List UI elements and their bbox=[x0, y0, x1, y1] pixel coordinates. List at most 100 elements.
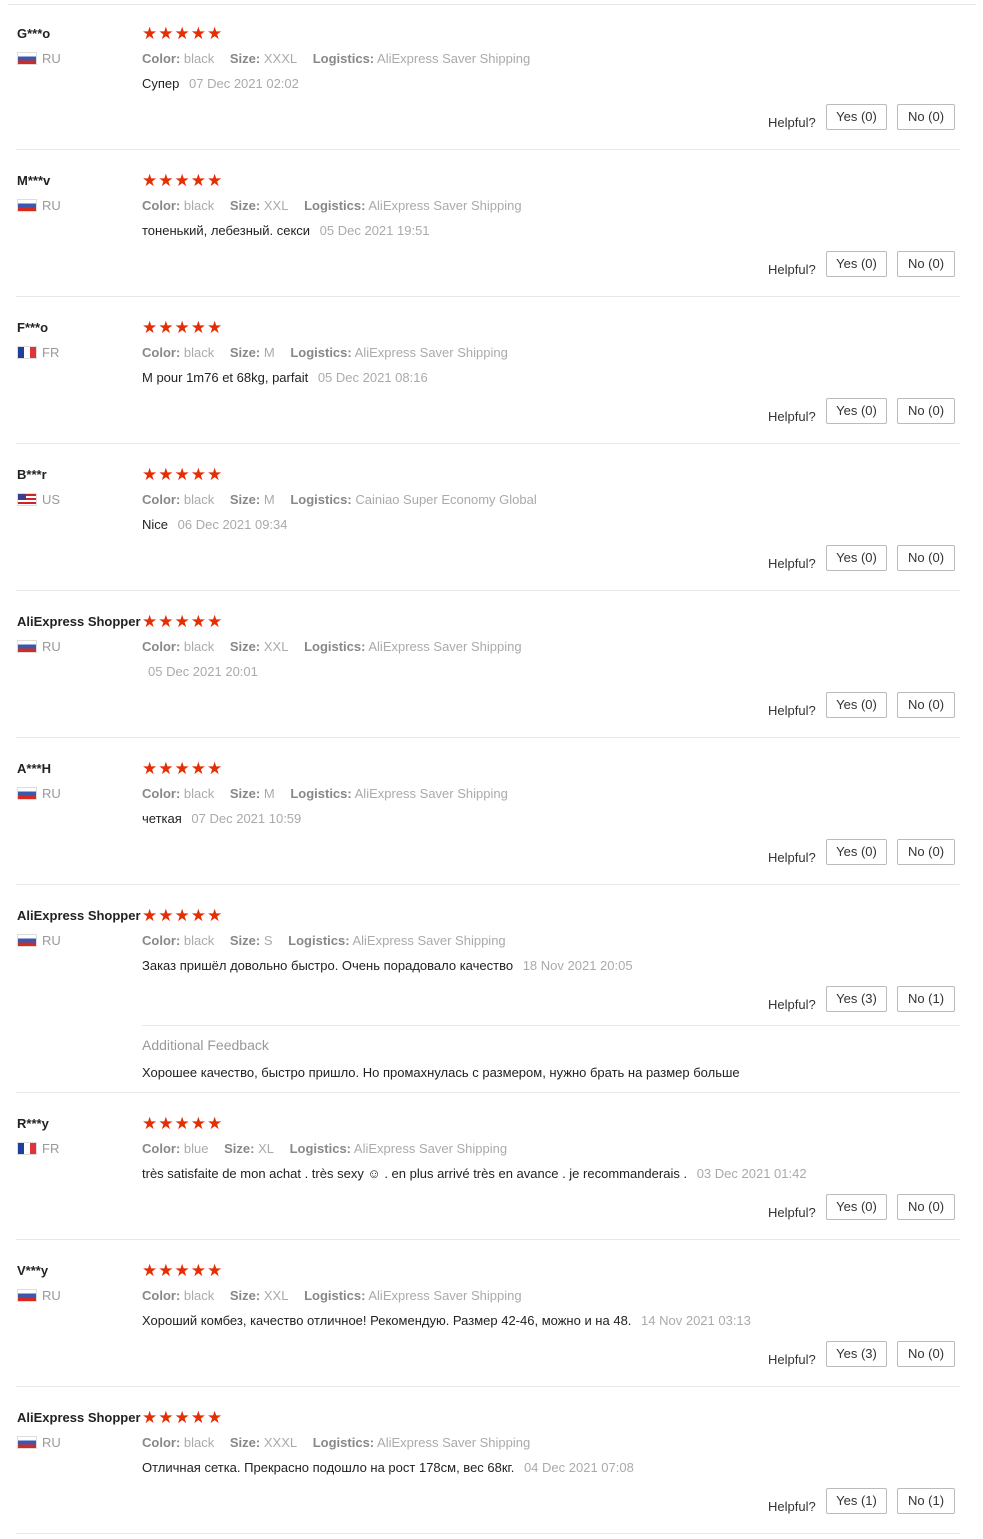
review-text: тоненький, лебезный. секси bbox=[142, 223, 311, 238]
rating-stars: ★★★★★ bbox=[142, 24, 224, 43]
color-value: black bbox=[183, 1288, 215, 1303]
size-value: XXXL bbox=[263, 51, 298, 66]
helpful-no-button[interactable]: No (0) bbox=[897, 1341, 955, 1367]
logistics-value: AliExpress Saver Shipping bbox=[377, 1435, 531, 1450]
reviewer-country: RU bbox=[17, 51, 61, 66]
helpful-yes-button[interactable]: Yes (3) bbox=[826, 986, 887, 1012]
review-item: G***o RU ★★★★★ Color: black Size: XXXL L… bbox=[0, 8, 983, 155]
flag-icon bbox=[17, 640, 37, 653]
color-label: Color: bbox=[142, 1435, 181, 1450]
review-item: R***y FR ★★★★★ Color: blue Size: XL Logi… bbox=[0, 1098, 983, 1245]
order-attributes: Color: black Size: XXL Logistics: AliExp… bbox=[142, 1288, 534, 1303]
helpful-label: Helpful? bbox=[768, 1499, 816, 1514]
size-label: Size: bbox=[229, 933, 261, 948]
helpful-no-button[interactable]: No (0) bbox=[897, 398, 955, 424]
helpful-no-button[interactable]: No (0) bbox=[897, 545, 955, 571]
logistics-label: Logistics: bbox=[304, 1288, 366, 1303]
reviewer-name: G***o bbox=[17, 26, 51, 41]
helpful-no-button[interactable]: No (0) bbox=[897, 104, 955, 130]
size-label: Size: bbox=[229, 786, 261, 801]
rating-stars: ★★★★★ bbox=[142, 318, 224, 337]
logistics-value: AliExpress Saver Shipping bbox=[368, 639, 522, 654]
logistics-label: Logistics: bbox=[312, 51, 375, 66]
size-value: M bbox=[263, 786, 275, 801]
logistics-value: AliExpress Saver Shipping bbox=[368, 1288, 522, 1303]
reviewer-name: V***y bbox=[17, 1263, 49, 1278]
flag-icon bbox=[17, 934, 37, 947]
helpful-yes-button[interactable]: Yes (0) bbox=[826, 839, 887, 865]
rating-stars: ★★★★★ bbox=[142, 906, 224, 925]
rating-stars: ★★★★★ bbox=[142, 171, 224, 190]
review-text-line: Отличная сетка. Прекрасно подошло на рос… bbox=[142, 1460, 634, 1475]
helpful-no-button[interactable]: No (1) bbox=[897, 986, 955, 1012]
review-text-line: Nice 06 Dec 2021 09:34 bbox=[142, 517, 288, 532]
size-label: Size: bbox=[229, 1288, 261, 1303]
size-value: XXL bbox=[263, 639, 289, 654]
rating-stars: ★★★★★ bbox=[142, 759, 224, 778]
helpful-yes-button[interactable]: Yes (3) bbox=[826, 1341, 887, 1367]
size-value: S bbox=[263, 933, 273, 948]
logistics-label: Logistics: bbox=[289, 1141, 352, 1156]
helpful-label: Helpful? bbox=[768, 703, 816, 718]
helpful-no-button[interactable]: No (0) bbox=[897, 692, 955, 718]
color-label: Color: bbox=[142, 1288, 181, 1303]
size-label: Size: bbox=[229, 492, 261, 507]
color-label: Color: bbox=[142, 492, 181, 507]
helpful-yes-button[interactable]: Yes (0) bbox=[826, 398, 887, 424]
helpful-yes-button[interactable]: Yes (1) bbox=[826, 1488, 887, 1514]
review-divider bbox=[16, 1239, 960, 1240]
review-date: 06 Dec 2021 09:34 bbox=[177, 517, 288, 532]
color-value: black bbox=[183, 492, 215, 507]
review-item: B***r US ★★★★★ Color: black Size: M Logi… bbox=[0, 449, 983, 596]
size-label: Size: bbox=[229, 345, 261, 360]
review-text: Заказ пришёл довольно быстро. Очень пора… bbox=[142, 958, 514, 973]
review-text: M pour 1m76 et 68kg, parfait bbox=[142, 370, 309, 385]
review-date: 05 Dec 2021 20:01 bbox=[148, 664, 258, 679]
helpful-yes-button[interactable]: Yes (0) bbox=[826, 104, 887, 130]
size-value: XL bbox=[258, 1141, 274, 1156]
flag-icon bbox=[17, 346, 37, 359]
logistics-label: Logistics: bbox=[290, 345, 352, 360]
review-item: M***v RU ★★★★★ Color: black Size: XXL Lo… bbox=[0, 155, 983, 302]
country-code: RU bbox=[42, 786, 61, 801]
helpful-no-button[interactable]: No (0) bbox=[897, 839, 955, 865]
review-date: 05 Dec 2021 08:16 bbox=[317, 370, 428, 385]
review-divider bbox=[16, 737, 960, 738]
helpful-yes-button[interactable]: Yes (0) bbox=[826, 692, 887, 718]
helpful-yes-button[interactable]: Yes (0) bbox=[826, 1194, 887, 1220]
reviewer-name: R***y bbox=[17, 1116, 49, 1131]
order-attributes: Color: black Size: M Logistics: Cainiao … bbox=[142, 492, 549, 507]
reviewer-name: M***v bbox=[17, 173, 51, 188]
logistics-label: Logistics: bbox=[290, 492, 352, 507]
helpful-label: Helpful? bbox=[768, 1352, 816, 1367]
review-item: F***o FR ★★★★★ Color: black Size: M Logi… bbox=[0, 302, 983, 449]
reviewer-country: RU bbox=[17, 198, 61, 213]
helpful-yes-button[interactable]: Yes (0) bbox=[826, 251, 887, 277]
review-text: четкая bbox=[142, 811, 182, 826]
reviewer-name: AliExpress Shopper bbox=[17, 614, 141, 629]
color-value: blue bbox=[183, 1141, 209, 1156]
helpful-no-button[interactable]: No (0) bbox=[897, 251, 955, 277]
size-label: Size: bbox=[224, 1141, 255, 1156]
reviewer-name: F***o bbox=[17, 320, 49, 335]
color-value: black bbox=[183, 198, 215, 213]
color-value: black bbox=[183, 933, 215, 948]
reviewer-country: RU bbox=[17, 786, 61, 801]
helpful-yes-button[interactable]: Yes (0) bbox=[826, 545, 887, 571]
rating-stars: ★★★★★ bbox=[142, 1261, 224, 1280]
helpful-label: Helpful? bbox=[768, 115, 816, 130]
size-label: Size: bbox=[229, 198, 261, 213]
review-text: Отличная сетка. Прекрасно подошло на рос… bbox=[142, 1460, 515, 1475]
country-code: RU bbox=[42, 51, 61, 66]
flag-icon bbox=[17, 199, 37, 212]
additional-feedback-title: Additional Feedback bbox=[142, 1037, 269, 1053]
order-attributes: Color: blue Size: XL Logistics: AliExpre… bbox=[142, 1141, 519, 1156]
color-label: Color: bbox=[142, 639, 181, 654]
helpful-label: Helpful? bbox=[768, 1205, 816, 1220]
helpful-no-button[interactable]: No (1) bbox=[897, 1488, 955, 1514]
size-label: Size: bbox=[229, 51, 261, 66]
helpful-no-button[interactable]: No (0) bbox=[897, 1194, 955, 1220]
review-text-line: très satisfaite de mon achat . très sexy… bbox=[142, 1166, 807, 1181]
flag-icon bbox=[17, 52, 37, 65]
logistics-value: AliExpress Saver Shipping bbox=[377, 51, 531, 66]
